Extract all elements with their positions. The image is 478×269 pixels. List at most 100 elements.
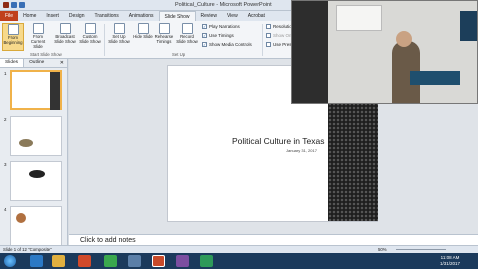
rehearse-timings-button[interactable]: Rehearse Timings bbox=[153, 23, 175, 51]
system-clock[interactable]: 11:08 AM 1/31/2017 bbox=[440, 255, 460, 267]
folder-icon[interactable] bbox=[52, 255, 65, 267]
tab-design[interactable]: Design bbox=[64, 11, 90, 21]
zoom-slider[interactable] bbox=[396, 249, 446, 250]
tab-slides[interactable]: Slides bbox=[0, 59, 25, 67]
resolution-dropdown[interactable]: Resolutio bbox=[266, 24, 292, 29]
tab-outline[interactable]: Outline bbox=[24, 59, 49, 67]
from-beginning-label: From Beginning bbox=[3, 35, 23, 45]
slide-number: 2 bbox=[4, 117, 7, 122]
broadcast-label: Broadcast Slide Show bbox=[54, 34, 76, 44]
play-narrations-label: Play Narrations bbox=[209, 24, 240, 29]
slide-number: 1 bbox=[4, 71, 7, 76]
timer-icon bbox=[158, 23, 170, 34]
thumbnail-dots-pattern bbox=[50, 72, 60, 110]
use-timings-label: Use Timings bbox=[209, 33, 234, 38]
tab-acrobat[interactable]: Acrobat bbox=[243, 11, 270, 21]
checkmark-icon: ✓ bbox=[202, 42, 207, 47]
slide-thumbnail[interactable]: 4 bbox=[0, 206, 68, 248]
app-icon[interactable] bbox=[176, 255, 189, 267]
media-icon[interactable] bbox=[78, 255, 91, 267]
tab-view[interactable]: View bbox=[222, 11, 243, 21]
slide-title[interactable]: Political Culture in Texas bbox=[232, 136, 324, 146]
monitor-icon bbox=[266, 24, 271, 29]
group-label-start: Start Slide Show bbox=[30, 52, 62, 57]
tab-home[interactable]: Home bbox=[18, 11, 41, 21]
thumbnail-image bbox=[10, 70, 62, 110]
hide-slide-button[interactable]: Hide Slide bbox=[132, 23, 154, 51]
show-media-label: Show Media Controls bbox=[209, 42, 252, 47]
show-on-dropdown[interactable]: Show On: bbox=[266, 33, 293, 38]
webcam-dark-edge bbox=[292, 1, 328, 103]
hide-label: Hide Slide bbox=[133, 34, 153, 39]
thumbnail-image bbox=[10, 161, 62, 201]
set-up-slide-show-button[interactable]: Set Up Slide Show bbox=[108, 23, 130, 51]
close-icon[interactable]: ✕ bbox=[57, 59, 67, 67]
taskbar: 11:08 AM 1/31/2017 bbox=[0, 253, 478, 269]
group-label-setup: Set Up bbox=[172, 52, 186, 57]
slides-panel: Slides Outline ✕ 1 2 3 4 bbox=[0, 59, 68, 248]
checkbox-icon bbox=[266, 42, 271, 47]
hide-slide-icon bbox=[137, 23, 149, 34]
from-current-slide-button[interactable]: From Current Slide bbox=[27, 23, 49, 51]
tab-insert[interactable]: Insert bbox=[41, 11, 64, 21]
separator bbox=[262, 24, 263, 56]
clock-date: 1/31/2017 bbox=[440, 261, 461, 266]
play-narrations-checkbox[interactable]: ✓ Play Narrations bbox=[202, 24, 240, 29]
start-button[interactable] bbox=[4, 255, 16, 267]
setup-icon bbox=[113, 23, 125, 34]
use-timings-checkbox[interactable]: ✓ Use Timings bbox=[202, 33, 234, 38]
rehearse-label: Rehearse Timings bbox=[154, 34, 174, 44]
from-current-label: From Current Slide bbox=[30, 34, 46, 49]
slide-thumbnail[interactable]: 3 bbox=[0, 161, 68, 203]
panel-tabs: Slides Outline ✕ bbox=[0, 59, 67, 68]
zoom-level[interactable]: 50% bbox=[378, 247, 387, 252]
ie-icon[interactable] bbox=[30, 255, 43, 267]
save-icon[interactable] bbox=[11, 2, 17, 8]
broadcast-icon bbox=[59, 23, 71, 34]
tab-transitions[interactable]: Transitions bbox=[90, 11, 124, 21]
broadcast-button[interactable]: Broadcast Slide Show bbox=[54, 23, 76, 51]
app-icon[interactable] bbox=[128, 255, 141, 267]
webcam-screen bbox=[336, 5, 382, 31]
slide-thumbnail[interactable]: 2 bbox=[0, 116, 68, 158]
window-title: Political_Culture - Microsoft PowerPoint bbox=[175, 2, 272, 8]
tab-animations[interactable]: Animations bbox=[124, 11, 159, 21]
thumbnail-image bbox=[10, 116, 62, 156]
record-slide-show-button[interactable]: Record Slide Show bbox=[176, 23, 198, 51]
notes-placeholder: Click to add notes bbox=[80, 237, 136, 244]
checkmark-icon: ✓ bbox=[202, 33, 207, 38]
slideshow-start-icon bbox=[7, 24, 19, 35]
from-beginning-button[interactable]: From Beginning bbox=[2, 23, 24, 51]
show-media-controls-checkbox[interactable]: ✓ Show Media Controls bbox=[202, 42, 252, 47]
slide-date[interactable]: January 31, 2017 bbox=[286, 148, 317, 153]
powerpoint-taskbar-icon[interactable] bbox=[152, 255, 165, 267]
webcam-overlay bbox=[291, 0, 478, 104]
status-bar: Slide 1 of 12 "Composite" 50% bbox=[0, 245, 478, 253]
app-icon[interactable] bbox=[200, 255, 213, 267]
custom-show-icon bbox=[84, 23, 96, 34]
tab-review[interactable]: Review bbox=[196, 11, 222, 21]
use-presenter-view-checkbox[interactable]: Use Prese bbox=[266, 42, 294, 47]
record-label: Record Slide Show bbox=[176, 34, 198, 44]
notes-pane[interactable]: Click to add notes bbox=[69, 234, 478, 245]
slide-number: 4 bbox=[4, 207, 7, 212]
powerpoint-icon bbox=[3, 2, 9, 8]
thumbnail-photo bbox=[29, 170, 45, 178]
slide-count-status: Slide 1 of 12 "Composite" bbox=[3, 247, 52, 252]
monitor-icon bbox=[266, 33, 271, 38]
show-on-label: Show On: bbox=[273, 33, 293, 38]
slide-thumbnail[interactable]: 1 bbox=[0, 70, 68, 112]
slideshow-current-icon bbox=[32, 23, 44, 34]
checkmark-icon: ✓ bbox=[202, 24, 207, 29]
chrome-icon[interactable] bbox=[104, 255, 117, 267]
custom-label: Custom Slide Show bbox=[79, 34, 101, 44]
webcam-object bbox=[460, 11, 477, 41]
undo-icon[interactable] bbox=[19, 2, 25, 8]
separator bbox=[104, 24, 105, 56]
tab-file[interactable]: File bbox=[0, 11, 19, 21]
webcam-desk bbox=[410, 71, 460, 85]
thumbnail-photo bbox=[19, 139, 33, 147]
custom-slide-show-button[interactable]: Custom Slide Show bbox=[79, 23, 101, 51]
tab-slide-show[interactable]: Slide Show bbox=[158, 11, 196, 21]
thumbnail-photo bbox=[16, 213, 26, 223]
